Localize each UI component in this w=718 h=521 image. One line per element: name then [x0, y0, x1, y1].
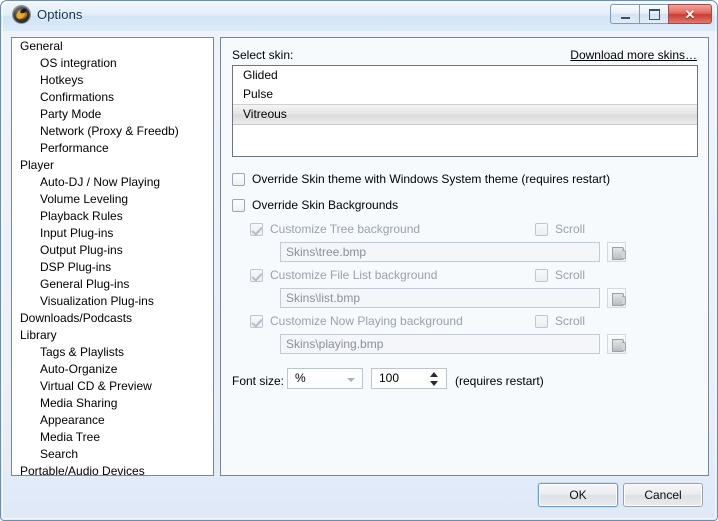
sidebar-item-hotkeys[interactable]: Hotkeys: [12, 72, 213, 89]
override-theme-row[interactable]: Override Skin theme with Windows System …: [232, 172, 610, 186]
sidebar-item-auto-dj-now-playing[interactable]: Auto-DJ / Now Playing: [12, 174, 213, 191]
ok-button[interactable]: OK: [538, 483, 618, 507]
filelist-background-browse-button: [607, 288, 626, 308]
customize-nowplaying-background-row: Customize Now Playing background: [250, 314, 463, 328]
skin-list-item[interactable]: Glided: [233, 66, 697, 85]
customize-tree-background-row: Customize Tree background: [250, 222, 420, 236]
folder-browse-icon: [612, 293, 626, 306]
settings-category-tree[interactable]: General OS integration Hotkeys Confirmation…: [11, 37, 214, 476]
skin-list-box[interactable]: Glided Pulse Vitreous: [232, 65, 698, 157]
font-size-unit-value: %: [295, 371, 306, 385]
sidebar-item-confirmations[interactable]: Confirmations: [12, 89, 213, 106]
override-theme-label: Override Skin theme with Windows System …: [252, 172, 611, 186]
skin-settings-panel: Select skin: Download more skins… Glided…: [220, 37, 709, 476]
minimize-icon: [611, 5, 639, 23]
sidebar-item-volume-leveling[interactable]: Volume Leveling: [12, 191, 213, 208]
app-swirl-icon: [13, 6, 30, 23]
tree-scroll-checkbox: [535, 222, 548, 236]
sidebar-item-downloads-podcasts[interactable]: Downloads/Podcasts: [12, 310, 213, 327]
title-bar[interactable]: Options ✕: [1, 1, 717, 31]
nowplaying-background-browse-button: [607, 334, 626, 354]
font-size-value: 100: [379, 371, 400, 385]
tree-background-browse-button: [607, 242, 626, 262]
select-skin-label: Select skin:: [232, 48, 294, 62]
override-backgrounds-checkbox[interactable]: [232, 198, 245, 212]
folder-browse-icon: [612, 247, 626, 260]
override-backgrounds-row[interactable]: Override Skin Backgrounds: [232, 198, 398, 212]
font-size-restart-note: (requires restart): [455, 374, 544, 388]
skin-list-item[interactable]: Vitreous: [233, 104, 697, 125]
sidebar-item-appearance[interactable]: Appearance: [12, 412, 213, 429]
filelist-scroll-label: Scroll: [555, 268, 586, 282]
dialog-client-area: General OS integration Hotkeys Confirmation…: [1, 31, 717, 520]
sidebar-item-player[interactable]: Player: [12, 157, 213, 174]
sidebar-item-general[interactable]: General: [12, 38, 213, 55]
sidebar-item-os-integration[interactable]: OS integration: [12, 55, 213, 72]
sidebar-item-media-tree[interactable]: Media Tree: [12, 429, 213, 446]
tree-background-path-input: Skins\tree.bmp: [280, 242, 600, 262]
close-button[interactable]: ✕: [668, 4, 712, 24]
filelist-scroll-row: Scroll: [535, 268, 585, 282]
sidebar-item-playback-rules[interactable]: Playback Rules: [12, 208, 213, 225]
sidebar-item-dsp-plug-ins[interactable]: DSP Plug-ins: [12, 259, 213, 276]
close-icon: ✕: [684, 6, 696, 22]
download-more-skins-link[interactable]: Download more skins…: [570, 48, 697, 62]
nowplaying-scroll-row: Scroll: [535, 314, 585, 328]
sidebar-item-party-mode[interactable]: Party Mode: [12, 106, 213, 123]
sidebar-item-portable-audio-devices[interactable]: Portable/Audio Devices: [12, 463, 213, 475]
window-title: Options: [37, 7, 83, 22]
sidebar-item-auto-organize[interactable]: Auto-Organize: [12, 361, 213, 378]
tree-scroll-row: Scroll: [535, 222, 585, 236]
font-size-stepper[interactable]: 100: [371, 368, 447, 389]
customize-tree-background-label: Customize Tree background: [270, 222, 421, 236]
chevron-down-icon: [347, 378, 355, 382]
nowplaying-scroll-checkbox: [535, 314, 548, 328]
minimize-button[interactable]: [610, 4, 639, 24]
customize-nowplaying-background-label: Customize Now Playing background: [270, 314, 463, 328]
customize-nowplaying-background-checkbox: [250, 314, 263, 328]
sidebar-item-output-plug-ins[interactable]: Output Plug-ins: [12, 242, 213, 259]
options-dialog-window: Options ✕ General OS integration Hotkeys Co…: [0, 0, 718, 521]
customize-filelist-background-label: Customize File List background: [270, 268, 438, 282]
customize-filelist-background-row: Customize File List background: [250, 268, 437, 282]
font-size-unit-select[interactable]: %: [287, 368, 363, 389]
sidebar-item-media-sharing[interactable]: Media Sharing: [12, 395, 213, 412]
sidebar-item-tags-playlists[interactable]: Tags & Playlists: [12, 344, 213, 361]
sidebar-item-network-proxy-freedb[interactable]: Network (Proxy & Freedb): [12, 123, 213, 140]
sidebar-item-search[interactable]: Search: [12, 446, 213, 463]
skin-list-item[interactable]: Pulse: [233, 85, 697, 104]
stepper-arrows-icon[interactable]: [430, 372, 439, 386]
sidebar-item-library[interactable]: Library: [12, 327, 213, 344]
filelist-scroll-checkbox: [535, 268, 548, 282]
sidebar-item-input-plug-ins[interactable]: Input Plug-ins: [12, 225, 213, 242]
sidebar-item-virtual-cd-preview[interactable]: Virtual CD & Preview: [12, 378, 213, 395]
folder-browse-icon: [612, 339, 626, 352]
nowplaying-scroll-label: Scroll: [555, 314, 586, 328]
override-theme-checkbox[interactable]: [232, 172, 245, 186]
cancel-button[interactable]: Cancel: [623, 483, 703, 507]
maximize-button[interactable]: [639, 4, 668, 24]
customize-tree-background-checkbox: [250, 222, 263, 236]
override-backgrounds-label: Override Skin Backgrounds: [252, 198, 399, 212]
font-size-label: Font size:: [232, 374, 285, 388]
customize-filelist-background-checkbox: [250, 268, 263, 282]
sidebar-item-performance[interactable]: Performance: [12, 140, 213, 157]
nowplaying-background-path-input: Skins\playing.bmp: [280, 334, 600, 354]
sidebar-item-visualization-plug-ins[interactable]: Visualization Plug-ins: [12, 293, 213, 310]
filelist-background-path-input: Skins\list.bmp: [280, 288, 600, 308]
tree-scroll-label: Scroll: [555, 222, 586, 236]
maximize-icon: [640, 5, 668, 23]
sidebar-item-general-plug-ins[interactable]: General Plug-ins: [12, 276, 213, 293]
